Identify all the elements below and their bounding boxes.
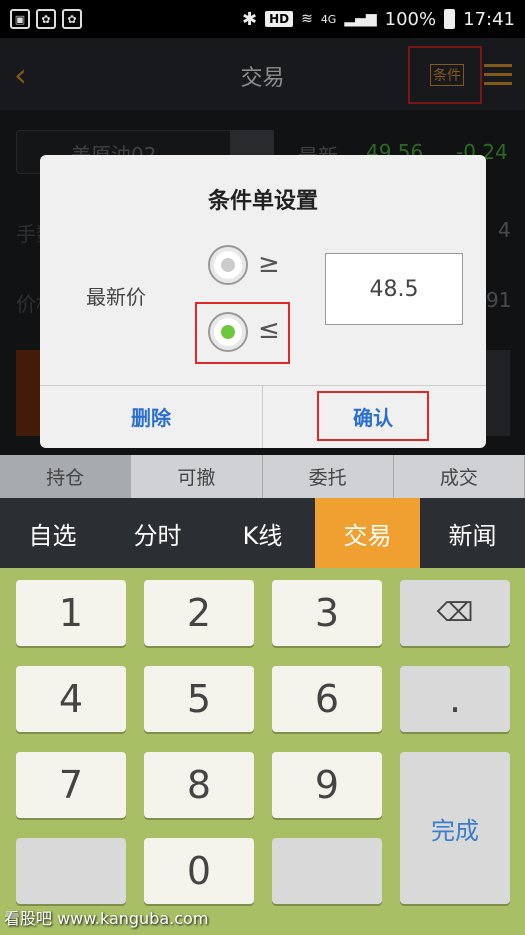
tab-watchlist[interactable]: 自选	[0, 498, 105, 568]
tab-cancelable[interactable]: 可撤	[131, 455, 263, 498]
key-dot[interactable]: .	[400, 666, 510, 732]
key-8[interactable]: 8	[144, 752, 254, 818]
baidu-icon: ✿	[36, 9, 56, 29]
price-input[interactable]: 48.5	[325, 253, 463, 325]
tab-orders[interactable]: 委托	[262, 455, 394, 498]
condition-dialog: 条件单设置 最新价 ≥ ≤ 48.5 删除 确认	[40, 155, 486, 448]
confirm-button[interactable]: 确认	[262, 385, 484, 448]
tab-trade[interactable]: 交易	[315, 498, 420, 568]
field-label: 最新价	[86, 285, 146, 309]
key-0[interactable]: 0	[144, 838, 254, 904]
main-nav: 自选 分时 K线 交易 新闻	[0, 498, 525, 568]
watermark: 看股吧 www.kanguba.com	[4, 909, 209, 928]
bluetooth-icon: ✱	[241, 8, 258, 30]
key-3[interactable]: 3	[272, 580, 382, 646]
ge-symbol: ≥	[258, 249, 280, 279]
backspace-icon[interactable]: ⌫	[400, 580, 510, 646]
key-7[interactable]: 7	[16, 752, 126, 818]
image-icon: ▣	[10, 9, 30, 29]
network-type: 4G	[320, 12, 337, 26]
key-4[interactable]: 4	[16, 666, 126, 732]
done-button[interactable]: 完成	[400, 752, 510, 904]
key-5[interactable]: 5	[144, 666, 254, 732]
radio-ge[interactable]	[208, 245, 248, 285]
numeric-keypad: 1 2 3 ⌫ 4 5 6 . 7 8 9 0 完成	[0, 568, 525, 935]
key-6[interactable]: 6	[272, 666, 382, 732]
tab-positions[interactable]: 持仓	[0, 455, 132, 498]
status-bar: ▣ ✿ ✿ ✱ HD ≋ 4G ▂▄▆ 100% 17:41	[0, 0, 525, 38]
tab-news[interactable]: 新闻	[420, 498, 525, 568]
hd-badge: HD	[265, 11, 294, 27]
tab-fills[interactable]: 成交	[393, 455, 525, 498]
battery-icon	[444, 9, 456, 29]
key-2[interactable]: 2	[144, 580, 254, 646]
radio-le[interactable]	[208, 312, 248, 352]
key-9[interactable]: 9	[272, 752, 382, 818]
clock: 17:41	[463, 8, 515, 30]
key-1[interactable]: 1	[16, 580, 126, 646]
order-tabs: 持仓 可撤 委托 成交	[0, 455, 525, 498]
key-blank-right	[272, 838, 382, 904]
battery-text: 100%	[384, 8, 437, 30]
le-symbol: ≤	[258, 315, 280, 345]
delete-button[interactable]: 删除	[40, 385, 262, 448]
dialog-title: 条件单设置	[207, 189, 318, 214]
tab-intraday[interactable]: 分时	[105, 498, 210, 568]
baidu-icon-2: ✿	[62, 9, 82, 29]
key-blank-left	[16, 838, 126, 904]
tab-kline[interactable]: K线	[210, 498, 315, 568]
signal-icon: ▂▄▆	[344, 11, 377, 27]
wifi-icon: ≋	[301, 11, 313, 27]
